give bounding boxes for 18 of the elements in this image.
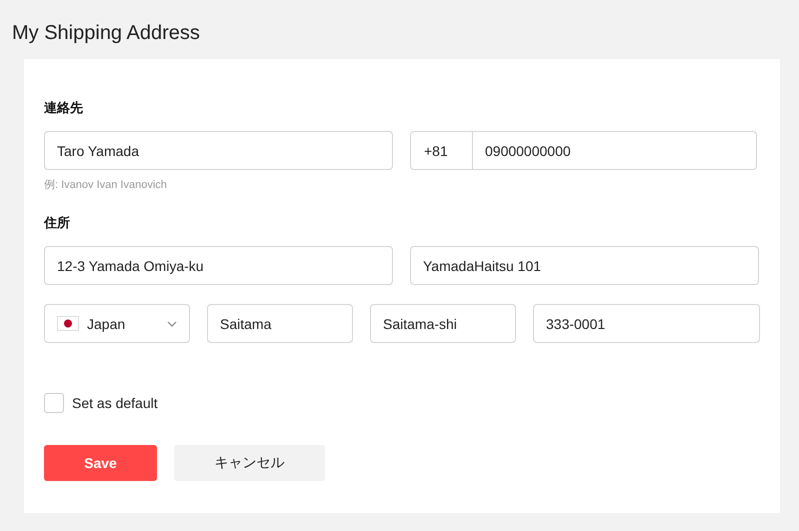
checkbox[interactable] [44,393,64,413]
chevron-down-icon [167,320,177,326]
section-label: 住所 [44,214,71,232]
section-label: 連絡先 [44,99,84,117]
name-field[interactable]: Taro Yamada [44,131,393,170]
building-field[interactable]: YamadaHaitsu 101 [410,246,759,285]
country-code-field[interactable]: +81 [410,131,473,170]
postal-code-field[interactable]: 333-0001 [533,304,760,343]
phone-number-field[interactable]: 09000000000 [473,131,757,170]
flag-icon [57,316,79,331]
page-title: My Shipping Address [12,21,201,46]
street-field[interactable]: 12-3 Yamada Omiya-ku [44,246,393,285]
prefecture-field[interactable]: Saitama [207,304,353,343]
hint-text: 例: Ivanov Ivan Ivanovich [44,178,168,192]
city-field[interactable]: Saitama-shi [370,304,516,343]
checkbox-label: Set as default [72,395,158,411]
cancel-button[interactable]: キャンセル [174,445,325,481]
country-dropdown[interactable]: Japan [44,304,190,343]
